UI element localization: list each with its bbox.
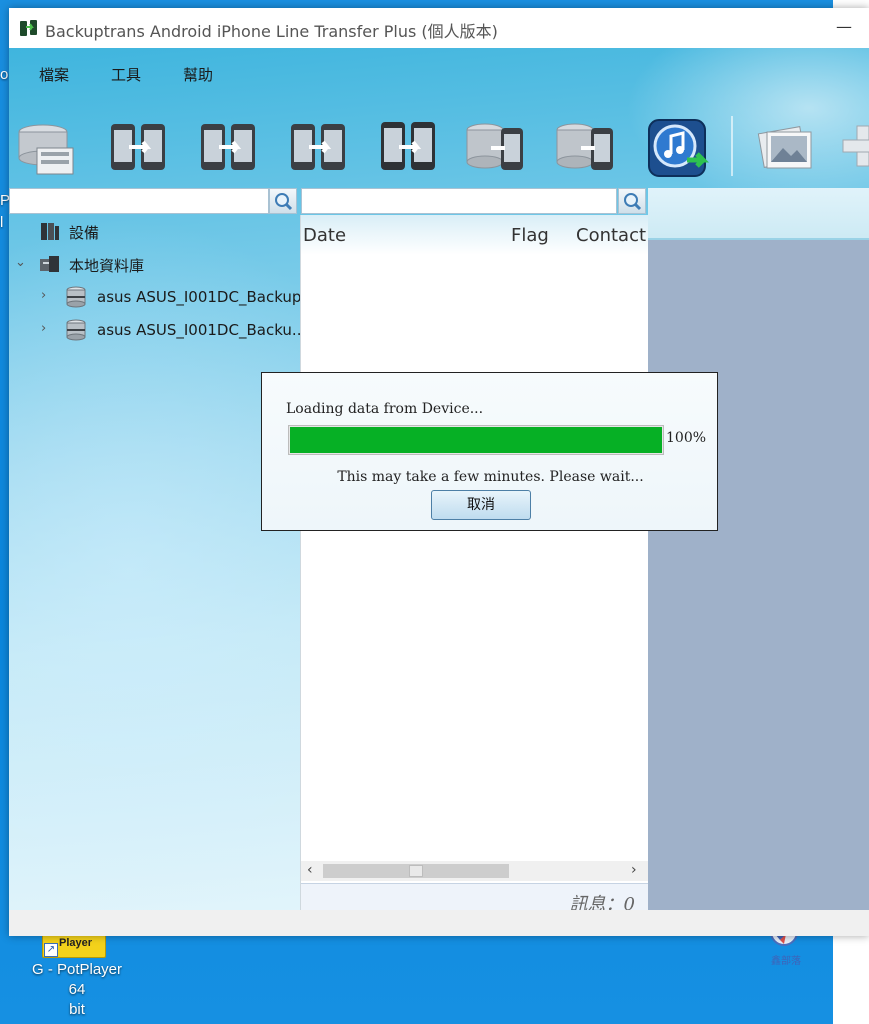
tree-item-label: 設備 [69, 224, 100, 242]
menu-tools[interactable]: 工具 [111, 64, 141, 85]
tree-search-input[interactable] [9, 188, 269, 214]
column-header-contact[interactable]: Contact [576, 225, 646, 246]
message-list-panel: Date Flag Contact ‹ › 訊息：0 [300, 215, 649, 917]
toolbar-separator [731, 116, 733, 176]
chevron-down-icon[interactable]: ⌄ [15, 255, 26, 270]
progress-fill [290, 427, 662, 453]
watermark-text: 鑫部落 [771, 954, 801, 967]
scroll-right-icon[interactable]: › [631, 862, 637, 878]
shortcut-arrow-icon: ↗ [44, 943, 58, 957]
database-phone-icon[interactable] [463, 114, 529, 180]
phone-transfer-icon[interactable] [285, 114, 351, 180]
desktop-text-fragment: l [0, 214, 4, 231]
tree-item-label: asus ASUS_I001DC_Backu... [97, 321, 307, 339]
device-icon [39, 220, 61, 246]
progress-bar [288, 425, 664, 455]
database-phone-icon[interactable] [553, 114, 619, 180]
chevron-right-icon[interactable]: › [41, 288, 46, 303]
phone-transfer-icon[interactable] [105, 114, 171, 180]
list-search-input[interactable] [301, 188, 617, 214]
horizontal-scrollbar[interactable]: ‹ › [301, 861, 649, 881]
backup-icon[interactable] [13, 114, 79, 180]
potplayer-badge-text: Player [59, 937, 93, 949]
window-title: Backuptrans Android iPhone Line Transfer… [45, 22, 498, 41]
progress-percent: 100% [666, 430, 707, 446]
cancel-button[interactable]: 取消 [431, 490, 531, 520]
phone-transfer-icon[interactable] [375, 114, 441, 180]
add-icon[interactable] [839, 114, 869, 180]
menu-help[interactable]: 幫助 [183, 64, 213, 85]
database-icon [39, 253, 61, 279]
title-bar[interactable]: Backuptrans Android iPhone Line Transfer… [9, 8, 869, 48]
toolbar [9, 108, 869, 186]
loading-message: Loading data from Device... [286, 401, 484, 417]
menu-file[interactable]: 檔案 [39, 64, 69, 85]
loading-dialog: Loading data from Device... 100% This ma… [261, 372, 718, 531]
detail-panel [648, 188, 869, 910]
column-header-flag[interactable]: Flag [511, 225, 549, 246]
menu-bar: 檔案 工具 幫助 [9, 48, 869, 102]
detail-panel-header [648, 188, 869, 240]
chevron-right-icon[interactable]: › [41, 321, 46, 336]
minimize-button[interactable]: — [829, 12, 859, 42]
itunes-transfer-icon[interactable] [645, 114, 711, 180]
desktop-text-fragment: o [0, 66, 9, 83]
backup-db-icon [65, 285, 87, 313]
list-header: Date Flag Contact [301, 215, 649, 255]
scroll-left-icon[interactable]: ‹ [307, 862, 313, 878]
app-logo-icon [19, 18, 39, 38]
wait-note: This may take a few minutes. Please wait… [337, 469, 644, 485]
photos-icon[interactable] [753, 114, 819, 180]
search-icon[interactable] [618, 188, 646, 214]
search-icon[interactable] [269, 188, 297, 214]
tree-item-label: asus ASUS_I001DC_Backup [97, 288, 302, 306]
phone-transfer-icon[interactable] [195, 114, 261, 180]
column-header-date[interactable]: Date [303, 225, 346, 246]
scrollbar-thumb[interactable] [409, 865, 423, 877]
potplayer-shortcut-label[interactable]: G - PotPlayer 64 bit [22, 960, 132, 1020]
backup-db-icon [65, 318, 87, 346]
status-bar [9, 910, 869, 936]
tree-item-label: 本地資料庫 [69, 257, 145, 275]
